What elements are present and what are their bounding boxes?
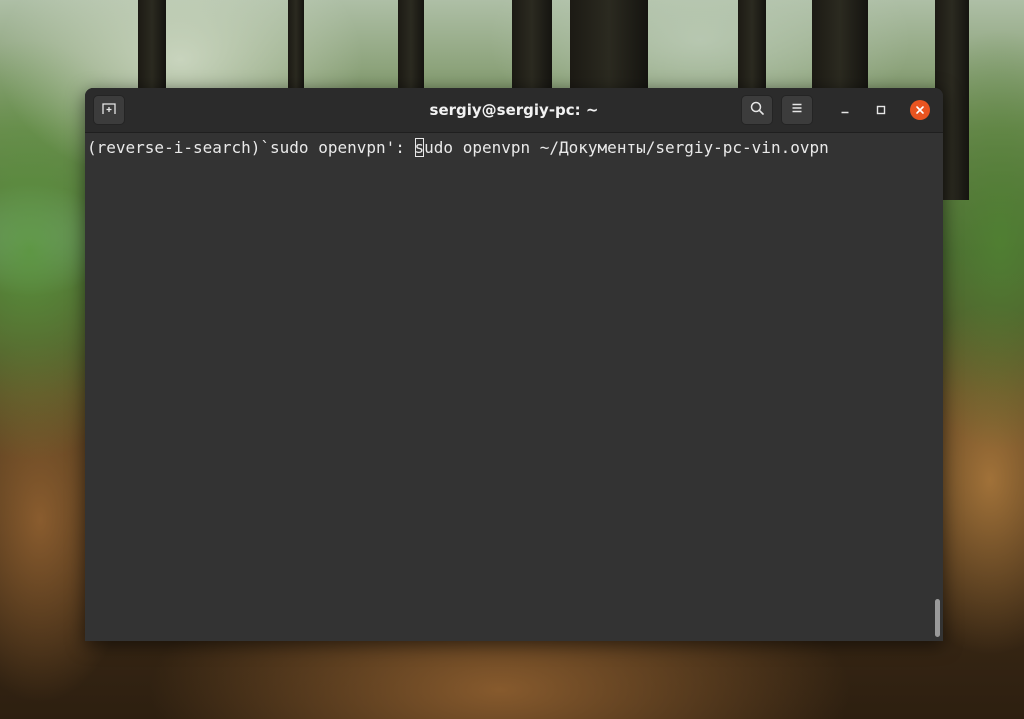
tree-trunk — [738, 0, 766, 100]
tree-trunk — [512, 0, 552, 100]
search-button[interactable] — [741, 95, 773, 125]
tree-trunk — [288, 0, 304, 100]
maximize-button[interactable] — [871, 100, 891, 120]
tree-trunk — [398, 0, 424, 100]
command-text: udo openvpn ~/Документы/sergiy-pc-vin.ov… — [424, 138, 829, 157]
window-title: sergiy@sergiy-pc: ~ — [429, 101, 599, 119]
reverse-search-prompt: (reverse-i-search)`sudo openvpn': — [87, 138, 415, 157]
hamburger-menu-icon — [789, 100, 805, 120]
scrollbar-thumb[interactable] — [935, 599, 940, 637]
minimize-button[interactable] — [835, 100, 855, 120]
minimize-icon — [839, 101, 851, 120]
tree-trunk — [812, 0, 868, 100]
terminal-area[interactable]: (reverse-i-search)`sudo openvpn': sudo o… — [85, 133, 943, 641]
terminal-window: sergiy@sergiy-pc: ~ (reverse-i-search)`s… — [85, 88, 943, 641]
terminal-line: (reverse-i-search)`sudo openvpn': sudo o… — [87, 137, 943, 158]
menu-button[interactable] — [781, 95, 813, 125]
header-bar[interactable]: sergiy@sergiy-pc: ~ — [85, 88, 943, 133]
search-icon — [749, 100, 765, 120]
maximize-icon — [875, 101, 887, 120]
tree-trunk — [570, 0, 648, 100]
close-button[interactable] — [910, 100, 930, 120]
close-icon — [914, 101, 926, 120]
terminal-cursor: s — [414, 138, 425, 157]
scrollbar[interactable] — [931, 133, 943, 641]
tree-trunk — [138, 0, 166, 100]
desktop-wallpaper: sergiy@sergiy-pc: ~ (reverse-i-search)`s… — [0, 0, 1024, 719]
